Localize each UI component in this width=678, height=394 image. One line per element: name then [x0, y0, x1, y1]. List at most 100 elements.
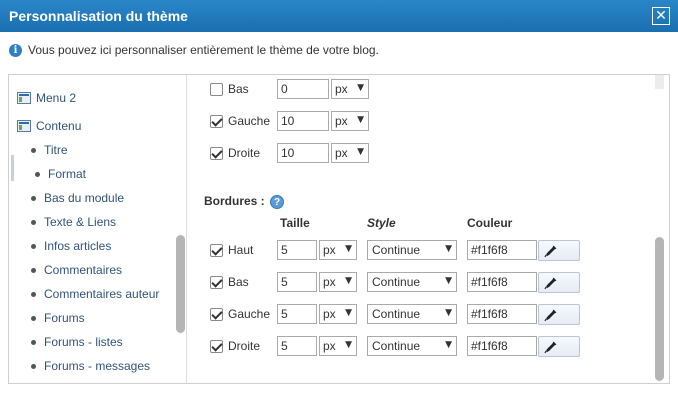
border-row-haut: Haut [210, 240, 253, 260]
sidebar-item-label: Infos articles [44, 239, 112, 253]
module-icon [17, 92, 31, 104]
sidebar-item-contenu[interactable]: Contenu [17, 115, 81, 137]
gauche-border-checkbox[interactable] [210, 307, 223, 321]
haut-checkbox[interactable] [210, 243, 223, 257]
bas-color-picker-button[interactable] [538, 272, 580, 293]
module-icon [17, 120, 31, 132]
help-icon[interactable]: ? [270, 195, 284, 209]
bas-border-unit-select[interactable]: px ▼ [319, 272, 357, 292]
close-icon: ✕ [655, 8, 667, 24]
bullet-icon [31, 243, 36, 249]
style-value: Continue [372, 307, 421, 321]
gauche-value-input[interactable] [277, 111, 329, 131]
active-item-indicator [11, 155, 14, 181]
gauche-color-input[interactable] [467, 304, 537, 324]
droite-checkbox[interactable] [210, 146, 223, 160]
unit-value: px [323, 339, 336, 353]
sidebar-item-forums-listes[interactable]: Forums - listes [31, 331, 123, 353]
sidebar-item-label: Commentaires [44, 263, 123, 277]
droite-size-input[interactable] [277, 336, 317, 356]
sidebar-item-label: Forums - listes [44, 335, 123, 349]
unit-value: px [323, 243, 336, 257]
sidebar-item-titre[interactable]: Titre [31, 139, 68, 161]
dropdown-arrow-icon: ▼ [357, 83, 364, 93]
sidebar-item-label: Contenu [36, 119, 82, 133]
gauche-border-unit-select[interactable]: px ▼ [319, 304, 357, 324]
info-message: i Vous pouvez ici personnaliser entièrem… [9, 42, 379, 58]
eyedropper-icon [544, 245, 557, 258]
dropdown-arrow-icon: ▼ [445, 276, 452, 286]
dropdown-arrow-icon: ▼ [445, 308, 452, 318]
sidebar-item-label: Bas du module [44, 191, 125, 205]
sidebar-item-texte-liens[interactable]: Texte & Liens [31, 211, 116, 233]
bas-unit-select[interactable]: px ▼ [331, 79, 369, 99]
dropdown-arrow-icon: ▼ [357, 147, 364, 157]
gauche-style-select[interactable]: Continue ▼ [367, 304, 457, 324]
row-label: Droite [228, 339, 261, 353]
sidebar-item-label: Commentaires auteur [44, 287, 160, 301]
bas-value-input[interactable] [277, 79, 329, 99]
haut-color-input[interactable] [467, 240, 537, 260]
droite-style-select[interactable]: Continue ▼ [367, 336, 457, 356]
bas-border-checkbox[interactable] [210, 275, 223, 289]
sidebar-item-forums[interactable]: Forums [31, 307, 85, 329]
border-row-droite: Droite [210, 336, 260, 356]
bullet-icon [31, 315, 36, 321]
droite-color-picker-button[interactable] [538, 336, 580, 357]
style-value: Continue [372, 243, 421, 257]
row-label: Gauche [228, 307, 271, 321]
row-label: Gauche [228, 114, 271, 128]
row-label: Droite [228, 146, 261, 160]
sidebar-scrollbar[interactable] [176, 235, 185, 333]
info-text: Vous pouvez ici personnaliser entièremen… [28, 43, 379, 57]
sidebar-item-label: Forums [44, 311, 85, 325]
droite-value-input[interactable] [277, 143, 329, 163]
sidebar: Menu 2 Contenu Titre Format Bas du modul… [9, 75, 187, 383]
sidebar-item-label: Format [48, 167, 87, 181]
column-header-size: Taille [280, 216, 310, 230]
eyedropper-icon [544, 277, 557, 290]
close-button[interactable]: ✕ [652, 7, 670, 25]
column-header-color: Couleur [467, 216, 513, 230]
spacing-row-bas: Bas [210, 79, 249, 99]
dialog-title: Personnalisation du thème [9, 8, 188, 24]
droite-color-input[interactable] [467, 336, 537, 356]
gauche-color-picker-button[interactable] [538, 304, 580, 325]
borders-title: Bordures : [204, 194, 265, 208]
sidebar-item-bas-du-module[interactable]: Bas du module [31, 187, 124, 209]
haut-size-input[interactable] [277, 240, 317, 260]
gauche-size-input[interactable] [277, 304, 317, 324]
haut-color-picker-button[interactable] [538, 240, 580, 261]
droite-border-unit-select[interactable]: px ▼ [319, 336, 357, 356]
droite-unit-select[interactable]: px ▼ [331, 143, 369, 163]
sidebar-item-forums-messages[interactable]: Forums - messages [31, 355, 150, 377]
gauche-unit-select[interactable]: px ▼ [331, 111, 369, 131]
dropdown-arrow-icon: ▼ [345, 276, 352, 286]
bas-color-input[interactable] [467, 272, 537, 292]
bas-checkbox[interactable] [210, 82, 223, 96]
sidebar-item-infos-articles[interactable]: Infos articles [31, 235, 111, 257]
row-label: Bas [228, 275, 249, 289]
unit-value: px [335, 82, 348, 96]
theme-customization-dialog: Personnalisation du thème ✕ i Vous pouve… [0, 0, 678, 394]
sidebar-item-menu-2[interactable]: Menu 2 [17, 87, 76, 109]
haut-style-select[interactable]: Continue ▼ [367, 240, 457, 260]
sidebar-item-commentaires[interactable]: Commentaires [31, 259, 122, 281]
sidebar-item-commentaires-auteur[interactable]: Commentaires auteur [31, 283, 159, 305]
spacing-row-droite: Droite [210, 143, 260, 163]
sidebar-item-label: Titre [44, 143, 68, 157]
bas-style-select[interactable]: Continue ▼ [367, 272, 457, 292]
bullet-icon [31, 147, 36, 153]
unit-value: px [335, 146, 348, 160]
sidebar-item-label: Forums - messages [44, 359, 151, 373]
bas-size-input[interactable] [277, 272, 317, 292]
droite-border-checkbox[interactable] [210, 339, 223, 353]
dropdown-arrow-icon: ▼ [357, 115, 364, 125]
gauche-checkbox[interactable] [210, 114, 223, 128]
column-header-style: Style [367, 216, 396, 230]
dropdown-arrow-icon: ▼ [345, 308, 352, 318]
eyedropper-icon [544, 341, 557, 354]
haut-unit-select[interactable]: px ▼ [319, 240, 357, 260]
settings-scrollbar[interactable] [655, 237, 664, 381]
sidebar-item-format[interactable]: Format [35, 163, 86, 185]
